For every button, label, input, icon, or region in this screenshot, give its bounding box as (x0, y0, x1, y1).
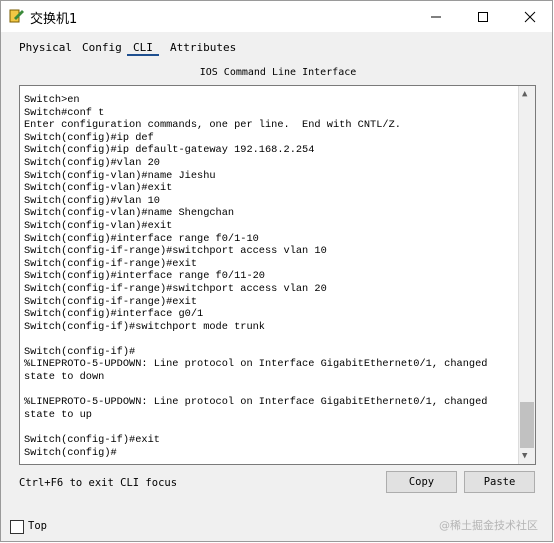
cli-focus-hint: Ctrl+F6 to exit CLI focus (19, 477, 178, 489)
scroll-up-icon[interactable]: ▲ (522, 89, 527, 99)
console-scrollbar[interactable]: ▲ ▼ (518, 86, 535, 464)
close-icon (524, 11, 536, 22)
tab-config[interactable]: Config (82, 41, 122, 54)
cli-header: IOS Command Line Interface (199, 67, 357, 78)
minimize-icon (431, 16, 441, 17)
console-output[interactable]: Switch>en Switch#conf t Enter configurat… (24, 94, 514, 459)
tab-bar: Physical Config CLI Attributes (1, 33, 552, 59)
tab-physical[interactable]: Physical (19, 41, 72, 54)
copy-button[interactable]: Copy (386, 471, 457, 493)
paste-button[interactable]: Paste (464, 471, 535, 493)
app-window: 交换机1 Physical Config CLI Attributes IOS … (0, 0, 553, 542)
top-checkbox[interactable] (10, 520, 24, 534)
watermark-text: @稀土掘金技术社区 (439, 519, 538, 532)
minimize-button[interactable] (413, 1, 459, 32)
maximize-button[interactable] (460, 1, 506, 32)
maximize-icon (478, 11, 488, 22)
cli-console[interactable]: Switch>en Switch#conf t Enter configurat… (19, 85, 536, 465)
scroll-thumb[interactable] (520, 402, 534, 448)
window-title: 交换机1 (30, 12, 78, 27)
top-label: Top (28, 520, 47, 532)
tab-cli[interactable]: CLI (127, 41, 159, 56)
close-button[interactable] (507, 1, 553, 32)
scroll-down-icon[interactable]: ▼ (522, 451, 527, 461)
tab-attributes[interactable]: Attributes (170, 41, 236, 54)
title-bar: 交换机1 (1, 1, 552, 32)
footer-bar: Top @稀土掘金技术社区 (1, 508, 552, 543)
packet-tracer-icon (9, 8, 25, 24)
